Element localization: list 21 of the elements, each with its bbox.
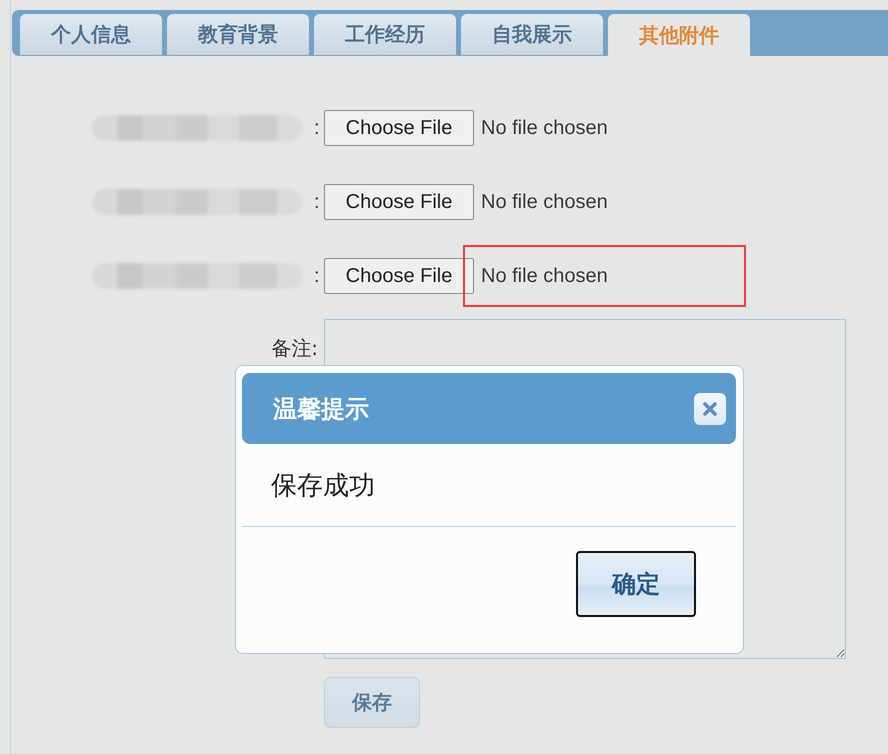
choose-file-button[interactable]: Choose File: [324, 258, 474, 294]
tab[interactable]: 个人信息: [20, 14, 162, 55]
tab[interactable]: 工作经历: [314, 14, 456, 55]
save-button[interactable]: 保存: [324, 677, 420, 728]
choose-file-button[interactable]: Choose File: [324, 110, 474, 146]
dialog-message: 保存成功: [271, 470, 375, 502]
choose-file-button[interactable]: Choose File: [324, 184, 474, 220]
file-status-text: No file chosen: [481, 190, 608, 214]
tab[interactable]: 自我展示: [461, 14, 603, 55]
close-button[interactable]: [694, 392, 726, 424]
label-colon: :: [314, 190, 321, 214]
file-status-text: No file chosen: [481, 264, 608, 288]
dialog-title: 温馨提示: [273, 394, 369, 424]
remarks-label: 备注:: [271, 335, 318, 362]
tab[interactable]: 教育背景: [167, 14, 309, 55]
file-status-text: No file chosen: [481, 116, 608, 140]
label-colon: :: [314, 264, 321, 288]
tab[interactable]: 其他附件: [608, 14, 750, 56]
confirm-button[interactable]: 确定: [576, 551, 696, 617]
label-colon: :: [314, 116, 321, 140]
close-icon: [703, 402, 717, 416]
